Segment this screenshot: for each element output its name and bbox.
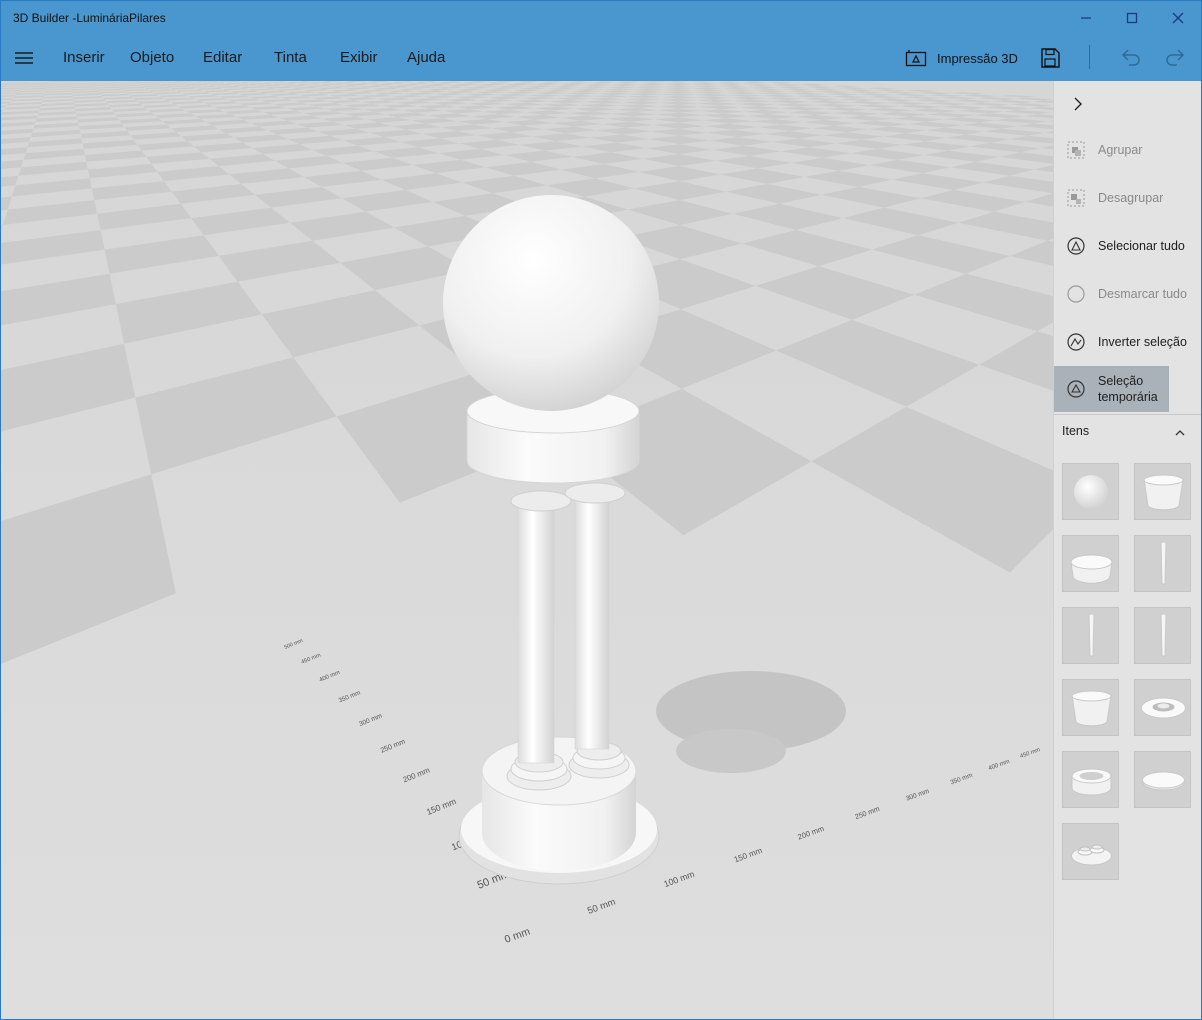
menu-editar[interactable]: Editar [203,49,242,66]
deselect-all-button[interactable]: Desmarcar tudo [1054,271,1201,317]
flat-disc-thumbnail-icon [1142,771,1185,791]
deselect-all-label: Desmarcar tudo [1098,287,1187,301]
print-3d-button[interactable]: Impressão 3D [905,45,1018,71]
ungroup-button[interactable]: Desagrupar [1054,175,1201,221]
close-icon [1172,12,1184,24]
temporary-selection-icon [1067,380,1085,398]
select-all-icon [1067,237,1085,255]
maximize-button[interactable] [1109,1,1155,35]
redo-icon [1166,49,1185,66]
pillar-thumbnail-icon [1088,613,1095,657]
ring-thumbnail-icon [1071,768,1112,796]
undo-icon [1121,49,1140,66]
minimize-button[interactable] [1063,1,1109,35]
chevron-up-icon [1175,430,1185,436]
item-thumbnail-base-disc[interactable] [1062,823,1119,880]
ungroup-icon [1067,189,1085,207]
pillar-thumbnail-icon [1160,613,1167,657]
item-thumbnail-pillar[interactable] [1134,535,1191,592]
object-shadow-part [676,729,786,773]
bowl-thumbnail-icon [1071,690,1112,727]
3d-viewport[interactable]: 50 mm100 mm150 mm200 mm250 mm300 mm350 m… [1,81,1053,1019]
items-collapse-button[interactable] [1172,425,1188,441]
menu-ajuda[interactable]: Ajuda [407,49,445,66]
hamburger-icon [15,52,33,64]
maximize-icon [1126,12,1138,24]
menu-inserir[interactable]: Inserir [63,49,105,66]
group-icon [1067,141,1085,159]
pillar-thumbnail-icon [1160,541,1167,585]
save-button[interactable] [1037,45,1063,71]
group-label: Agrupar [1098,143,1143,157]
sphere-thumbnail-icon [1074,475,1108,509]
menu-bar: Inserir Objeto Editar Tinta Exibir Ajuda… [1,35,1201,81]
app-window: 3D Builder -LumináriaPilares Inserir Obj… [0,0,1202,1020]
base-disc-thumbnail-icon [1071,844,1112,866]
item-thumbnail-bowl[interactable] [1062,679,1119,736]
side-panel: Agrupar Desagrupar Selecionar tudo Desma… [1053,81,1201,1019]
menu-tinta[interactable]: Tinta [274,49,307,66]
group-button[interactable]: Agrupar [1054,127,1201,173]
menu-objeto[interactable]: Objeto [130,49,174,66]
chevron-right-icon [1074,97,1082,111]
printer-3d-icon [905,50,927,67]
item-thumbnail-ring-cylinder[interactable] [1062,535,1119,592]
invert-selection-icon [1067,333,1085,351]
item-thumbnail-pillar[interactable] [1134,607,1191,664]
collapse-panel-button[interactable] [1068,95,1086,113]
item-thumbnail-ring-disc[interactable] [1134,679,1191,736]
hamburger-menu-button[interactable] [13,49,35,67]
ring-disc-thumbnail-icon [1141,697,1186,719]
item-thumbnail-bowl[interactable] [1134,463,1191,520]
minimize-icon [1081,17,1091,19]
invert-selection-label: Inverter seleção [1098,335,1187,349]
ring-cylinder-thumbnail-icon [1070,554,1113,584]
item-thumbnail-sphere[interactable] [1062,463,1119,520]
print-3d-label: Impressão 3D [937,50,1018,66]
invert-selection-button[interactable]: Inverter seleção [1054,319,1201,365]
scene-canvas: 50 mm100 mm150 mm200 mm250 mm300 mm350 m… [1,81,1053,1019]
window-title: 3D Builder -LumináriaPilares [13,11,166,25]
item-thumbnail-ring[interactable] [1062,751,1119,808]
close-button[interactable] [1155,1,1201,35]
toolbar-divider [1089,45,1090,69]
ungroup-label: Desagrupar [1098,191,1164,205]
temporary-selection-label: Seleção temporária [1098,374,1158,404]
title-bar: 3D Builder -LumináriaPilares [1,1,1201,35]
panel-divider [1054,414,1201,415]
temporary-selection-button[interactable]: Seleção temporária [1054,366,1169,412]
select-all-label: Selecionar tudo [1098,239,1185,253]
menu-exibir[interactable]: Exibir [340,49,378,66]
items-header: Itens [1062,424,1090,438]
redo-button[interactable] [1163,45,1189,71]
item-thumbnail-pillar[interactable] [1062,607,1119,664]
select-all-button[interactable]: Selecionar tudo [1054,223,1201,269]
bowl-thumbnail-icon [1143,474,1184,511]
deselect-all-icon [1067,285,1085,303]
undo-button[interactable] [1117,45,1143,71]
save-icon [1041,48,1060,68]
item-thumbnail-flat-disc[interactable] [1134,751,1191,808]
